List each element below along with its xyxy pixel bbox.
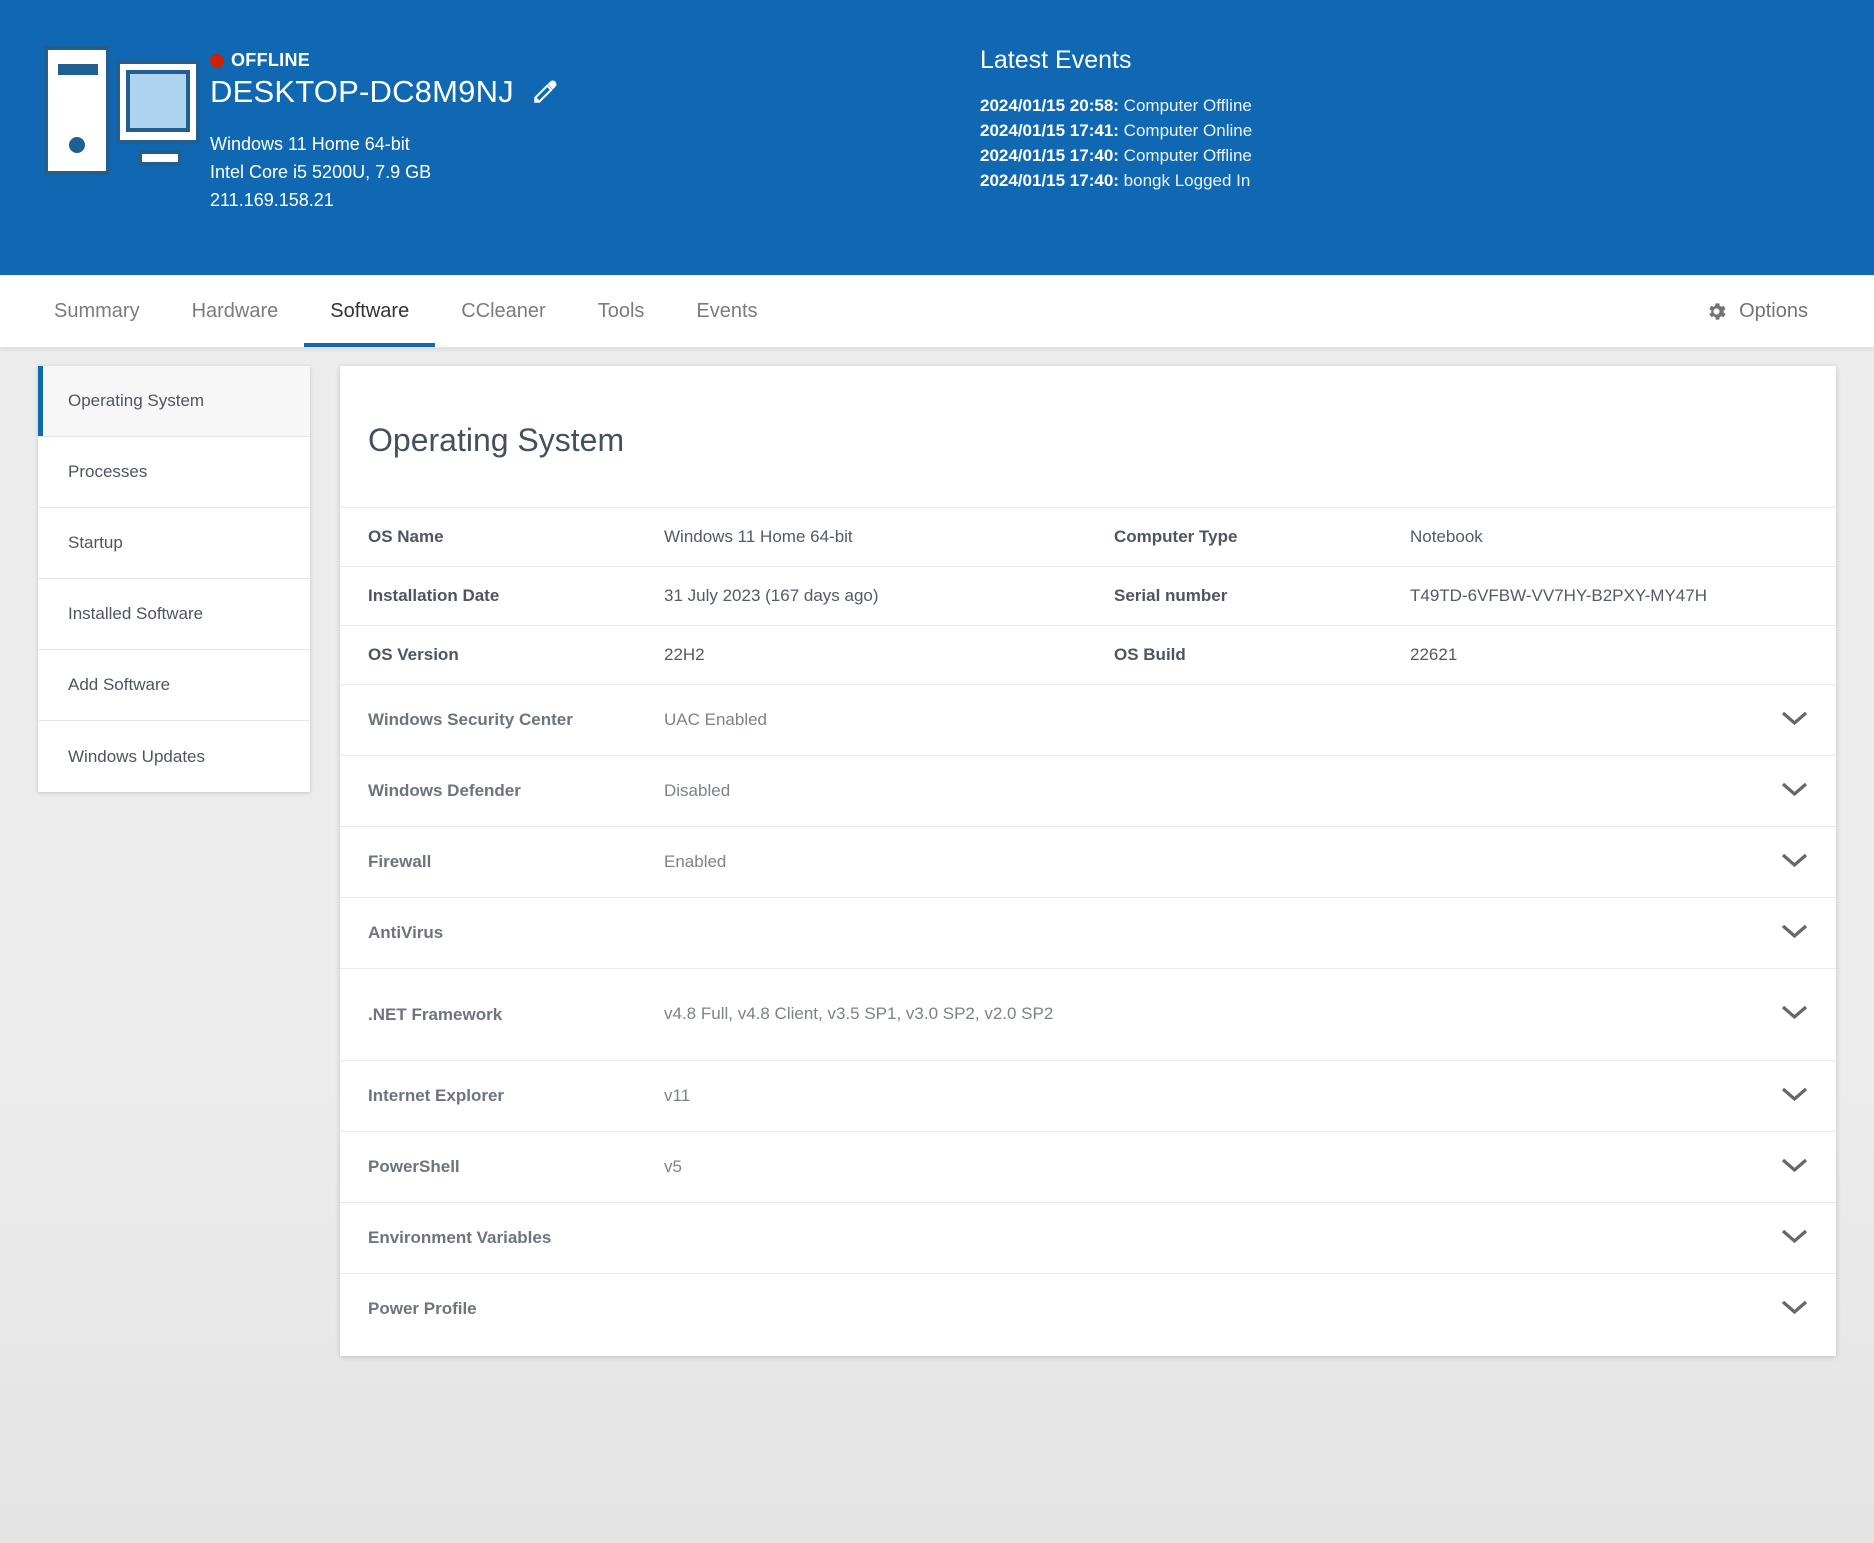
sidebar-item-operating-system[interactable]: Operating System [38, 366, 310, 437]
chevron-down-icon[interactable] [1781, 1228, 1808, 1249]
row-value: 22H2 [664, 645, 705, 664]
row-label: OS Build [1114, 645, 1186, 664]
row-value: Notebook [1410, 527, 1483, 546]
expandable-row-net-framework[interactable]: .NET Framework v4.8 Full, v4.8 Client, v… [340, 968, 1836, 1060]
table-row: OS Name Windows 11 Home 64-bit Computer … [340, 507, 1836, 566]
expandable-row-antivirus[interactable]: AntiVirus [340, 897, 1836, 968]
spec-ip: 211.169.158.21 [210, 189, 334, 210]
expandable-row-power-profile[interactable]: Power Profile [340, 1273, 1836, 1344]
tab-software[interactable]: Software [304, 275, 436, 347]
event-text: Computer Offline [1118, 96, 1252, 115]
row-label: Power Profile [368, 1299, 477, 1318]
event-timestamp: 2024/01/15 17:40: [980, 146, 1119, 166]
row-label: Computer Type [1114, 527, 1238, 546]
tab-tools[interactable]: Tools [572, 275, 671, 347]
row-value: 22621 [1410, 645, 1458, 664]
row-label: Installation Date [368, 586, 500, 605]
row-value: v11 [664, 1085, 691, 1105]
row-value: Disabled [664, 780, 731, 800]
device-identity: OFFLINE DESKTOP-DC8M9NJ Windows 11 Home … [210, 30, 910, 215]
row-value: UAC Enabled [664, 709, 768, 729]
operating-system-card: Operating System OS Name Windows 11 Home… [340, 366, 1836, 1356]
row-label: Serial number [1114, 586, 1228, 605]
expandable-row-windows-security-center[interactable]: Windows Security Center UAC Enabled [340, 684, 1836, 755]
row-label: Windows Defender [368, 781, 521, 800]
status-dot-icon [210, 53, 224, 68]
options-button[interactable]: Options [1705, 275, 1874, 347]
row-value: Windows 11 Home 64-bit [664, 527, 853, 546]
tab-events[interactable]: Events [670, 275, 783, 347]
row-label: OS Version [368, 645, 459, 664]
desktop-computer-icon [42, 40, 210, 175]
row-label: Windows Security Center [368, 710, 573, 729]
expandable-row-environment-variables[interactable]: Environment Variables [340, 1202, 1836, 1273]
row-label: Environment Variables [368, 1228, 552, 1247]
app-page: OFFLINE DESKTOP-DC8M9NJ Windows 11 Home … [0, 0, 1874, 1543]
row-label: OS Name [368, 527, 444, 546]
row-label: PowerShell [368, 1157, 460, 1176]
event-item: 2024/01/15 17:40: Computer Offline [980, 143, 1252, 168]
pencil-icon[interactable] [532, 79, 558, 105]
table-row: OS Version 22H2 OS Build 22621 [340, 625, 1836, 684]
event-timestamp: 2024/01/15 17:41: [980, 121, 1119, 141]
device-name-row: DESKTOP-DC8M9NJ [210, 74, 910, 109]
chevron-down-icon[interactable] [1781, 923, 1808, 944]
sidebar-item-add-software[interactable]: Add Software [38, 650, 310, 721]
latest-events-title: Latest Events [980, 46, 1132, 74]
tab-list: Summary Hardware Software CCleaner Tools… [0, 275, 784, 347]
row-label: AntiVirus [368, 923, 444, 942]
event-text: Computer Online [1118, 121, 1253, 141]
tab-hardware[interactable]: Hardware [166, 275, 305, 347]
chevron-down-icon[interactable] [1781, 1299, 1808, 1320]
event-item: 2024/01/15 20:58: Computer Offline [980, 93, 1252, 118]
event-text: Computer Offline [1118, 146, 1252, 166]
page-title: Operating System [368, 422, 625, 458]
main-tabbar: Summary Hardware Software CCleaner Tools… [0, 275, 1874, 348]
event-item: 2024/01/15 17:41: Computer Online [980, 118, 1252, 143]
gear-icon [1705, 300, 1728, 323]
event-timestamp: 2024/01/15 20:58: [980, 96, 1119, 115]
status-badge: OFFLINE [210, 50, 910, 71]
spec-cpu-ram: Intel Core i5 5200U, 7.9 GB [210, 161, 432, 182]
status-label: OFFLINE [231, 50, 311, 70]
expandable-row-internet-explorer[interactable]: Internet Explorer v11 [340, 1060, 1836, 1131]
table-row: Installation Date 31 July 2023 (167 days… [340, 566, 1836, 625]
latest-events-panel: Latest Events 2024/01/15 20:58: Computer… [980, 30, 1252, 194]
software-sidebar: Operating System Processes Startup Insta… [38, 366, 310, 792]
expandable-row-windows-defender[interactable]: Windows Defender Disabled [340, 755, 1836, 826]
options-label: Options [1739, 299, 1808, 322]
spec-os: Windows 11 Home 64-bit [210, 134, 410, 155]
tab-summary[interactable]: Summary [28, 275, 166, 347]
chevron-down-icon[interactable] [1781, 710, 1808, 731]
chevron-down-icon[interactable] [1781, 852, 1808, 873]
expandable-row-powershell[interactable]: PowerShell v5 [340, 1131, 1836, 1202]
sidebar-item-windows-updates[interactable]: Windows Updates [38, 721, 310, 792]
chevron-down-icon[interactable] [1781, 1086, 1808, 1107]
chevron-down-icon[interactable] [1781, 1004, 1808, 1025]
row-value: v4.8 Full, v4.8 Client, v3.5 SP1, v3.0 S… [664, 1004, 1054, 1024]
chevron-down-icon[interactable] [1781, 781, 1808, 802]
event-text: bongk Logged In [1118, 171, 1251, 191]
row-label: .NET Framework [368, 1004, 503, 1024]
sidebar-item-processes[interactable]: Processes [38, 437, 310, 508]
tab-ccleaner[interactable]: CCleaner [435, 275, 571, 347]
row-label: Firewall [368, 852, 432, 871]
row-label: Internet Explorer [368, 1086, 505, 1105]
event-item: 2024/01/15 17:40: bongk Logged In [980, 168, 1252, 193]
sidebar-item-startup[interactable]: Startup [38, 508, 310, 579]
sidebar-item-installed-software[interactable]: Installed Software [38, 579, 310, 650]
event-timestamp: 2024/01/15 17:40: [980, 171, 1119, 191]
expandable-row-firewall[interactable]: Firewall Enabled [340, 826, 1836, 897]
computer-icon-container [0, 30, 210, 175]
row-value: T49TD-6VFBW-VV7HY-B2PXY-MY47H [1410, 586, 1707, 605]
row-value: v5 [664, 1156, 682, 1176]
row-value: Enabled [664, 851, 727, 871]
chevron-down-icon[interactable] [1781, 1157, 1808, 1178]
device-name: DESKTOP-DC8M9NJ [210, 74, 514, 109]
row-value: 31 July 2023 (167 days ago) [664, 586, 879, 605]
device-header: OFFLINE DESKTOP-DC8M9NJ Windows 11 Home … [0, 0, 1874, 275]
content-area: Operating System Processes Startup Insta… [0, 348, 1874, 1543]
